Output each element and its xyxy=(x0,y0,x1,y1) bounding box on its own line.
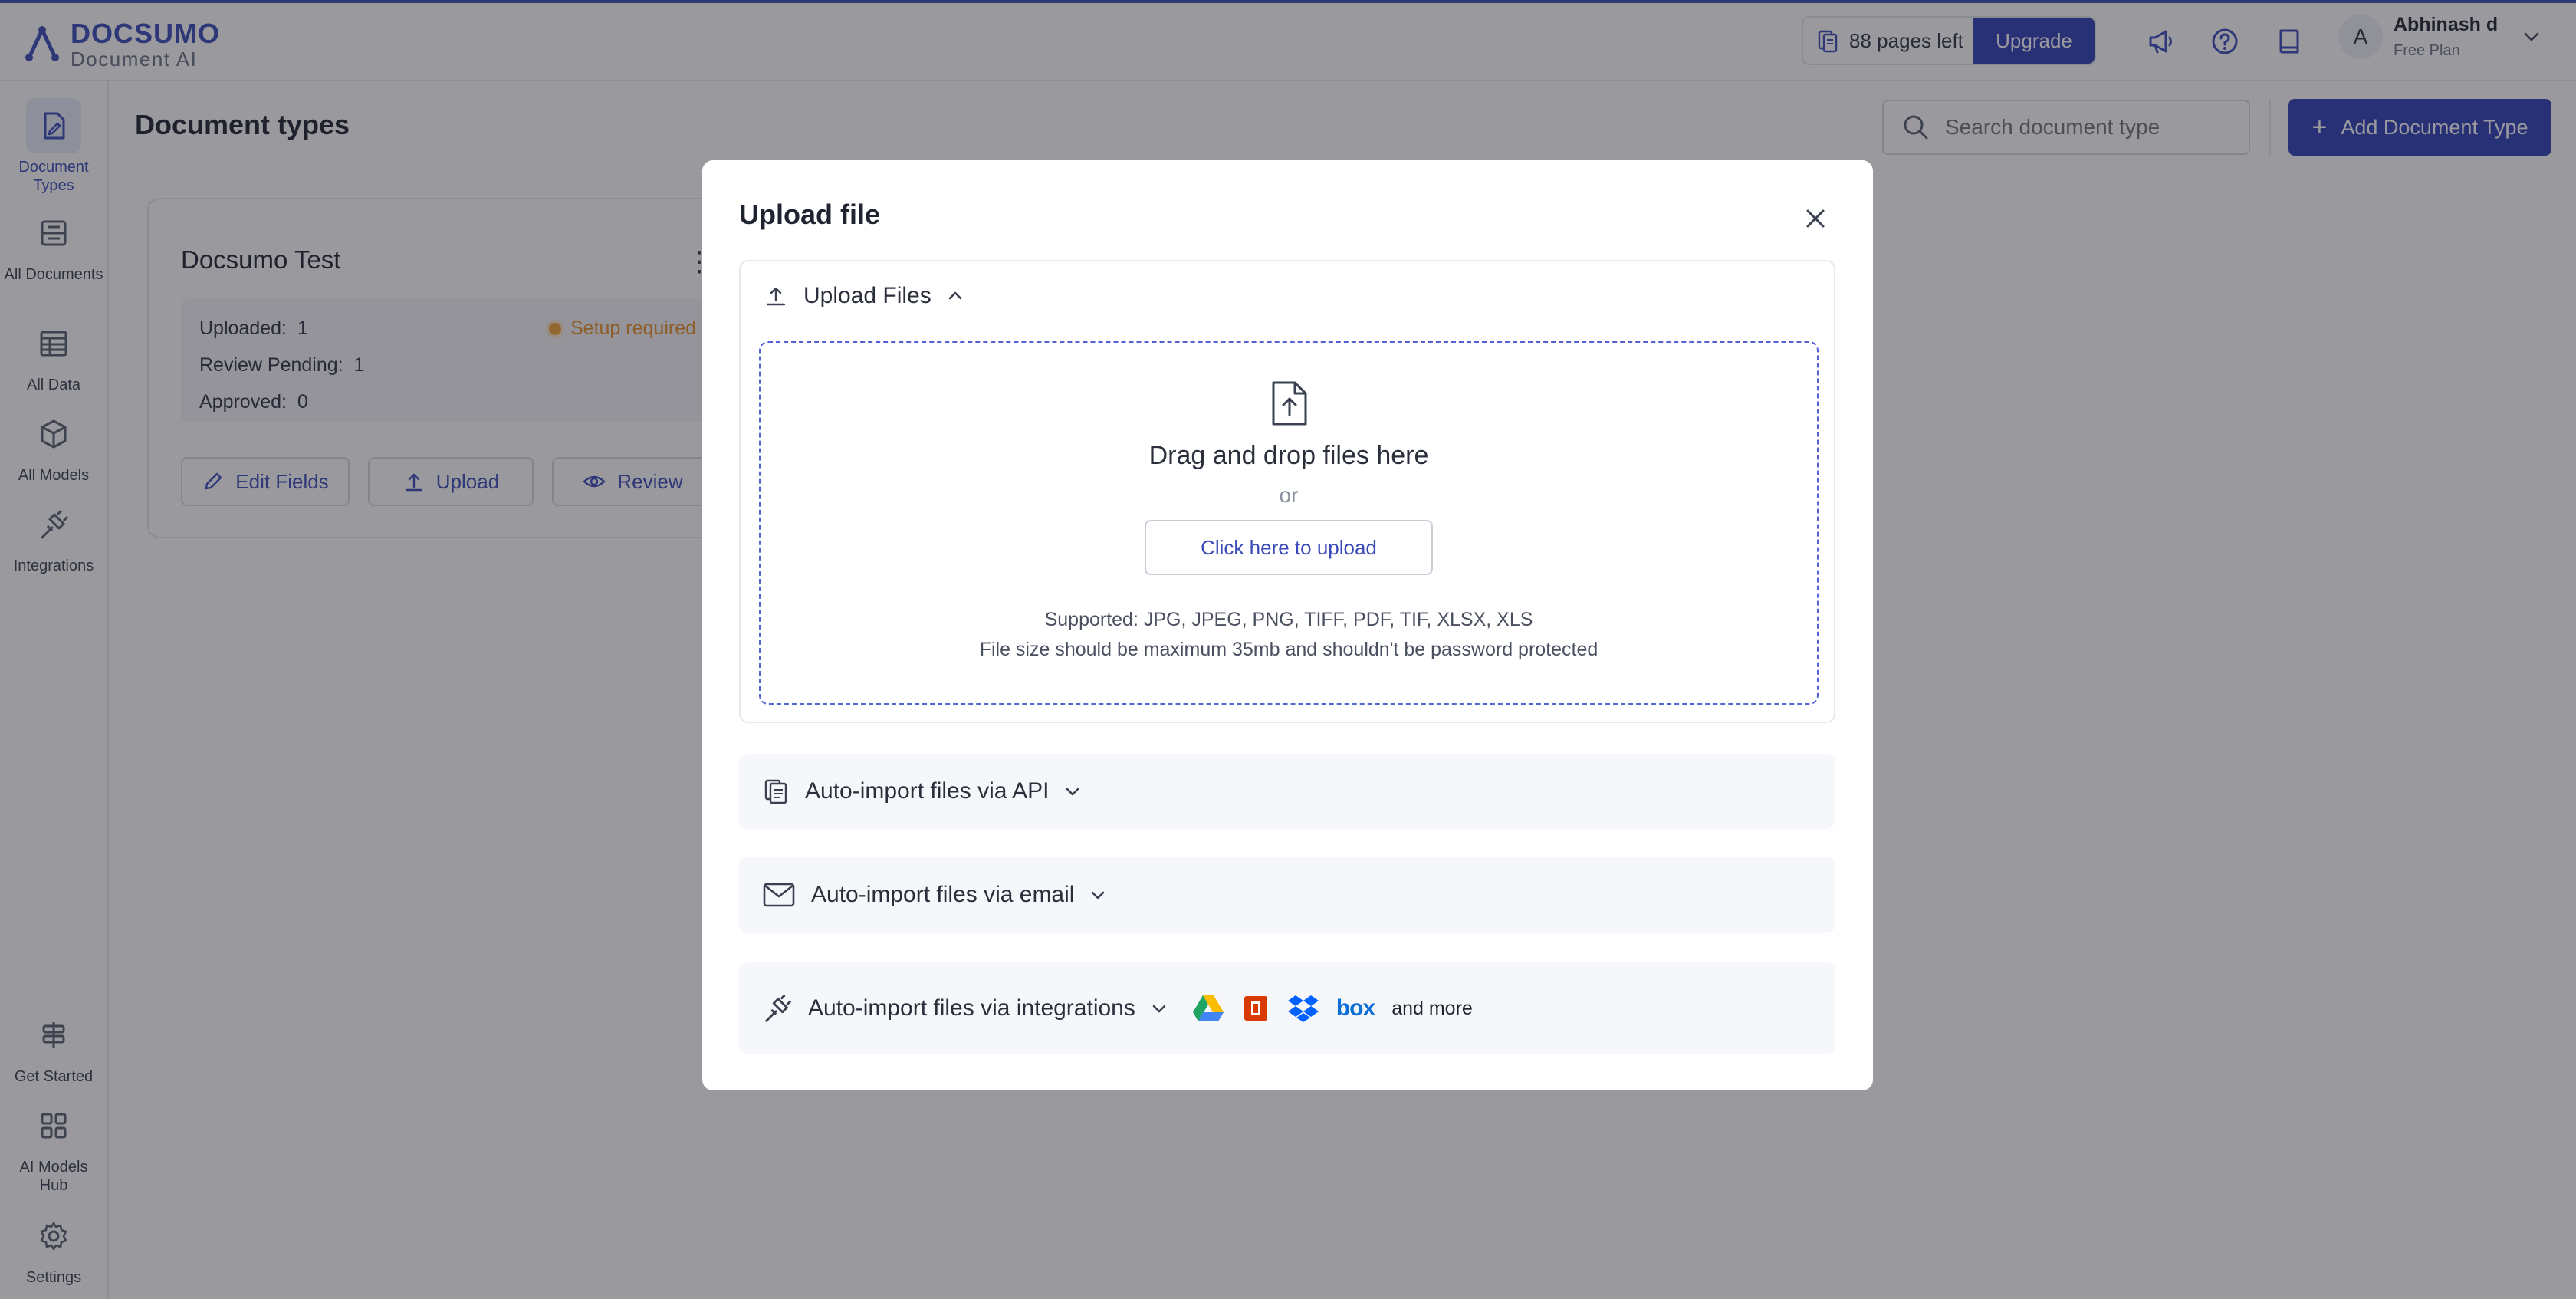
api-document-icon xyxy=(764,779,787,804)
auto-import-integrations-section[interactable]: Auto-import files via integrations box a… xyxy=(739,962,1835,1054)
file-upload-icon xyxy=(1272,381,1307,426)
google-drive-icon xyxy=(1192,995,1224,1021)
upload-files-section: Upload Files Drag and drop files here or… xyxy=(739,260,1835,723)
auto-import-integrations-header[interactable]: Auto-import files via integrations box a… xyxy=(762,962,1490,1054)
click-to-upload-button[interactable]: Click here to upload xyxy=(1145,520,1433,575)
chevron-up-icon xyxy=(948,291,962,300)
upload-file-modal: Upload file Upload Files Drag and drop f… xyxy=(702,160,1873,1090)
chevron-down-icon xyxy=(1152,1005,1166,1013)
box-icon: box xyxy=(1336,995,1375,1021)
auto-import-email-section[interactable]: Auto-import files via email xyxy=(739,857,1835,933)
file-size-limit-text: File size should be maximum 35mb and sho… xyxy=(979,639,1598,660)
plug-icon xyxy=(765,994,792,1022)
chevron-down-icon xyxy=(1092,891,1105,899)
or-text: or xyxy=(1279,483,1299,507)
file-dropzone[interactable]: Drag and drop files here or Click here t… xyxy=(759,341,1819,705)
drag-drop-text: Drag and drop files here xyxy=(1148,441,1429,470)
upload-files-header[interactable]: Upload Files xyxy=(764,283,965,309)
upload-icon xyxy=(766,287,786,306)
office-icon xyxy=(1244,996,1267,1021)
close-icon[interactable] xyxy=(1802,205,1829,232)
auto-import-api-section[interactable]: Auto-import files via API xyxy=(739,754,1835,829)
supported-formats-text: Supported: JPG, JPEG, PNG, TIFF, PDF, TI… xyxy=(1044,609,1533,630)
email-icon xyxy=(763,883,795,907)
auto-import-api-header[interactable]: Auto-import files via API xyxy=(762,754,1083,829)
auto-import-email-header[interactable]: Auto-import files via email xyxy=(762,857,1108,933)
chevron-down-icon xyxy=(1066,788,1079,796)
dropbox-icon xyxy=(1287,995,1319,1022)
modal-title: Upload file xyxy=(739,199,881,230)
and-more-text: and more xyxy=(1392,997,1473,1019)
